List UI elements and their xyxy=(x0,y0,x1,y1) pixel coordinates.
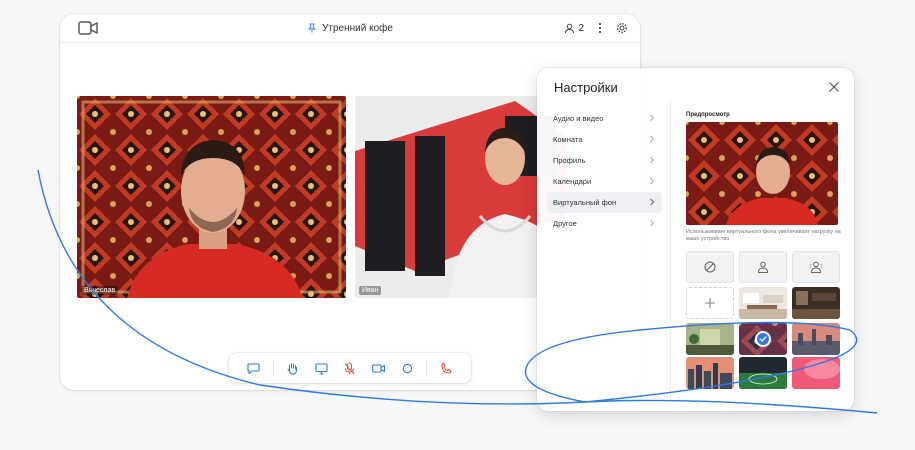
record-icon xyxy=(402,363,412,373)
chat-icon xyxy=(247,362,260,374)
settings-menu-profile[interactable]: Профиль xyxy=(547,150,662,171)
green-room-thumbnail xyxy=(686,323,734,355)
divider xyxy=(670,100,671,400)
background-option-city-skyline[interactable] xyxy=(686,357,734,389)
video-tile[interactable]: Иван xyxy=(355,96,565,298)
background-option-stadium[interactable] xyxy=(739,357,787,389)
check-icon xyxy=(759,336,767,342)
background-option-office-dark[interactable] xyxy=(792,287,840,319)
plus-icon xyxy=(705,298,715,308)
call-topbar: Утренний кофе 2 xyxy=(60,14,640,43)
settings-menu-virtual-background[interactable]: Виртуальный фон xyxy=(547,192,662,213)
settings-menu: Аудио и видео Комната Профиль Календари … xyxy=(547,108,662,234)
meeting-title: Утренний кофе xyxy=(322,22,393,34)
participants-icon xyxy=(565,23,575,33)
camera-button[interactable] xyxy=(364,353,393,383)
menu-label: Виртуальный фон xyxy=(553,198,617,207)
menu-label: Аудио и видео xyxy=(553,114,604,123)
preview-image xyxy=(686,122,838,225)
city-sunset-thumbnail xyxy=(792,323,840,355)
raise-hand-button[interactable] xyxy=(279,353,308,383)
chevron-right-icon xyxy=(650,114,655,122)
chevron-right-icon xyxy=(650,198,655,206)
menu-label: Календари xyxy=(553,177,592,186)
chevron-right-icon xyxy=(650,177,655,185)
background-option-pink-abstract[interactable] xyxy=(792,357,840,389)
screen-share-button[interactable] xyxy=(307,353,336,383)
background-option-green-room[interactable] xyxy=(686,323,734,355)
end-call-icon xyxy=(441,361,452,374)
background-option-office-white[interactable] xyxy=(739,287,787,319)
settings-menu-audio-video[interactable]: Аудио и видео xyxy=(547,108,662,129)
pink-abstract-thumbnail xyxy=(792,357,840,389)
settings-menu-other[interactable]: Другое xyxy=(547,213,662,234)
performance-note: Использование виртуального фона увеличив… xyxy=(686,229,841,242)
settings-menu-room[interactable]: Комната xyxy=(547,129,662,150)
participants-button[interactable]: 2 xyxy=(564,23,584,34)
office-white-thumbnail xyxy=(739,287,787,319)
call-controls xyxy=(229,353,471,383)
carpet-background-video xyxy=(77,96,346,298)
city-skyline-thumbnail xyxy=(686,357,734,389)
participant-count: 2 xyxy=(578,22,584,34)
video-tile[interactable]: Вячеслав xyxy=(77,96,346,298)
settings-menu-calendars[interactable]: Календари xyxy=(547,171,662,192)
background-option-none[interactable] xyxy=(686,251,734,283)
settings-panel: Настройки Аудио и видео Комната Профиль … xyxy=(537,68,854,411)
person-blur-icon xyxy=(757,261,769,273)
mic-off-icon xyxy=(345,361,355,374)
chevron-right-icon xyxy=(650,135,655,143)
chevron-right-icon xyxy=(650,156,655,164)
camera-icon xyxy=(371,363,386,373)
participant-name: Вячеслав xyxy=(81,286,119,295)
menu-label: Профиль xyxy=(553,156,586,165)
settings-button[interactable] xyxy=(616,22,628,34)
background-option-city-sunset[interactable] xyxy=(792,323,840,355)
stadium-thumbnail xyxy=(739,357,787,389)
pin-icon xyxy=(307,23,317,33)
menu-label: Другое xyxy=(553,219,577,228)
end-call-button[interactable] xyxy=(432,353,461,383)
background-option-blur-strong[interactable] xyxy=(792,251,840,283)
background-option-carpet[interactable] xyxy=(739,323,787,355)
person-strong-blur-icon xyxy=(810,261,822,273)
add-background-button[interactable] xyxy=(686,287,734,319)
microphone-button[interactable] xyxy=(336,353,365,383)
preview-label: Предпросмотр xyxy=(686,112,730,118)
settings-title: Настройки xyxy=(554,80,618,95)
meeting-title-area: Утренний кофе xyxy=(60,14,640,42)
participant-name: Иван xyxy=(359,286,382,295)
menu-label: Комната xyxy=(553,135,583,144)
close-icon[interactable] xyxy=(828,81,840,93)
kebab-icon xyxy=(598,22,602,34)
record-button[interactable] xyxy=(393,353,422,383)
selected-check-badge xyxy=(755,331,771,347)
divider xyxy=(272,360,274,376)
screen-share-icon xyxy=(315,362,328,375)
chat-button[interactable] xyxy=(239,353,268,383)
office-dark-thumbnail xyxy=(792,287,840,319)
chevron-right-icon xyxy=(650,219,655,227)
gear-icon xyxy=(617,23,627,33)
hand-icon xyxy=(287,362,298,375)
divider xyxy=(426,360,428,376)
video-feed xyxy=(355,96,565,298)
more-menu-button[interactable] xyxy=(594,22,606,34)
background-option-blur-light[interactable] xyxy=(739,251,787,283)
no-background-icon xyxy=(704,261,716,273)
background-preview xyxy=(686,122,838,225)
